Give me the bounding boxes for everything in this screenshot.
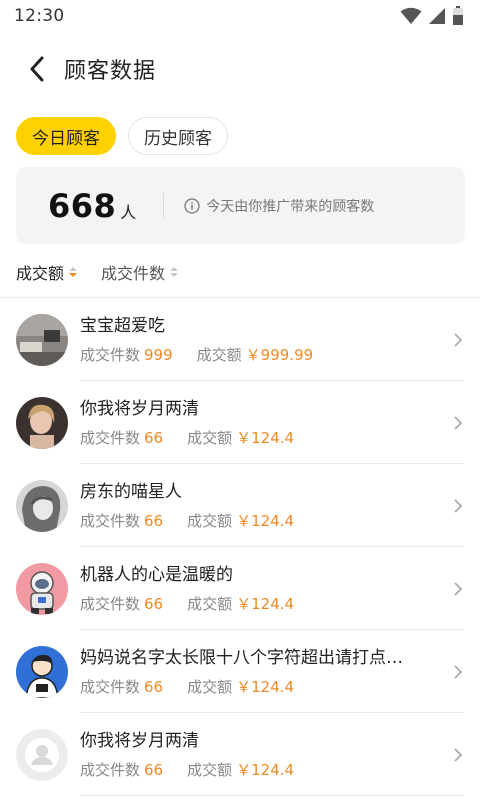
amount-value: ￥124.4	[236, 594, 295, 613]
chevron-right-icon	[446, 498, 470, 514]
avatar	[16, 562, 68, 615]
amount-value: ￥124.4	[236, 760, 295, 779]
chevron-right-icon	[446, 415, 470, 431]
customer-name: 你我将岁月两清	[80, 398, 199, 419]
count-label: 成交件数	[80, 428, 141, 447]
status-icons	[400, 6, 464, 26]
count-label: 成交件数	[80, 594, 141, 613]
chevron-right-icon	[446, 332, 470, 348]
sort-arrows-icon	[170, 267, 179, 277]
customer-name: 妈妈说名字太长限十八个字符超出请打点…	[80, 647, 403, 668]
customer-name: 房东的喵星人	[80, 481, 182, 502]
chevron-right-icon	[446, 747, 470, 763]
sort-arrows-icon	[69, 267, 78, 277]
customer-row[interactable]: 妈妈说名字太长限十八个字符超出请打点… 成交件数 66 成交额 ￥124.4	[0, 630, 480, 713]
count-label: 成交件数	[80, 511, 141, 530]
summary-divider	[163, 192, 165, 219]
sort-by-amount[interactable]: 成交额	[16, 260, 78, 284]
status-bar: 12:30	[0, 0, 480, 32]
customer-row[interactable]: 你我将岁月两清 成交件数 66 成交额 ￥124.4	[0, 713, 480, 796]
customer-row[interactable]: 宝宝超爱吃 成交件数 999 成交额 ￥999.99	[0, 298, 480, 381]
sort-label: 成交件数	[101, 264, 166, 283]
customer-row[interactable]: 你我将岁月两清 成交件数 66 成交额 ￥124.4	[0, 381, 480, 464]
count-value: 66	[144, 760, 164, 779]
amount-label: 成交额	[187, 511, 233, 530]
amount-label: 成交额	[187, 428, 233, 447]
status-time: 12:30	[14, 6, 65, 26]
count-label: 成交件数	[80, 345, 141, 364]
info-icon	[184, 197, 200, 214]
customer-tabs: 今日顾客 历史顾客	[0, 106, 480, 155]
avatar	[16, 645, 68, 698]
count-label: 成交件数	[80, 760, 141, 779]
back-button[interactable]	[22, 54, 52, 84]
wifi-icon	[400, 7, 422, 25]
amount-label: 成交额	[187, 594, 233, 613]
count-value: 999	[144, 345, 173, 364]
count-value: 66	[144, 594, 164, 613]
customer-row[interactable]: 房东的喵星人 成交件数 66 成交额 ￥124.4	[0, 464, 480, 547]
count-label: 成交件数	[80, 677, 141, 696]
header: 顾客数据	[0, 32, 480, 106]
customer-name: 机器人的心是温暖的	[80, 564, 233, 585]
chevron-right-icon	[446, 664, 470, 680]
battery-icon	[452, 6, 464, 26]
customer-count: 668	[48, 186, 117, 225]
sort-by-count[interactable]: 成交件数	[101, 260, 179, 284]
tab-today-customers[interactable]: 今日顾客	[16, 117, 116, 155]
default-user-avatar	[16, 728, 68, 781]
avatar	[16, 479, 68, 532]
signal-icon	[428, 7, 446, 25]
summary-card: 668 人 今天由你推广带来的顾客数	[16, 167, 465, 244]
customer-list: 宝宝超爱吃 成交件数 999 成交额 ￥999.99 你我将岁月两清 成交件数 …	[0, 298, 480, 796]
amount-value: ￥999.99	[245, 345, 314, 364]
amount-label: 成交额	[187, 760, 233, 779]
back-arrow-icon	[30, 56, 44, 82]
customer-count-unit: 人	[120, 202, 137, 222]
amount-label: 成交额	[196, 345, 242, 364]
sort-bar: 成交额 成交件数	[16, 258, 179, 286]
customer-row[interactable]: 机器人的心是温暖的 成交件数 66 成交额 ￥124.4	[0, 547, 480, 630]
customer-name: 宝宝超爱吃	[80, 315, 165, 336]
amount-value: ￥124.4	[236, 677, 295, 696]
count-value: 66	[144, 511, 164, 530]
chevron-right-icon	[446, 581, 470, 597]
customer-name: 你我将岁月两清	[80, 730, 199, 751]
count-value: 66	[144, 677, 164, 696]
summary-hint-text: 今天由你推广带来的顾客数	[206, 198, 375, 215]
avatar	[16, 396, 68, 449]
sort-label: 成交额	[16, 264, 65, 283]
amount-value: ￥124.4	[236, 511, 295, 530]
avatar	[16, 313, 68, 366]
page-title: 顾客数据	[64, 59, 157, 84]
amount-value: ￥124.4	[236, 428, 295, 447]
summary-hint: 今天由你推广带来的顾客数	[184, 196, 374, 216]
amount-label: 成交额	[187, 677, 233, 696]
tab-history-customers[interactable]: 历史顾客	[128, 117, 228, 155]
count-value: 66	[144, 428, 164, 447]
